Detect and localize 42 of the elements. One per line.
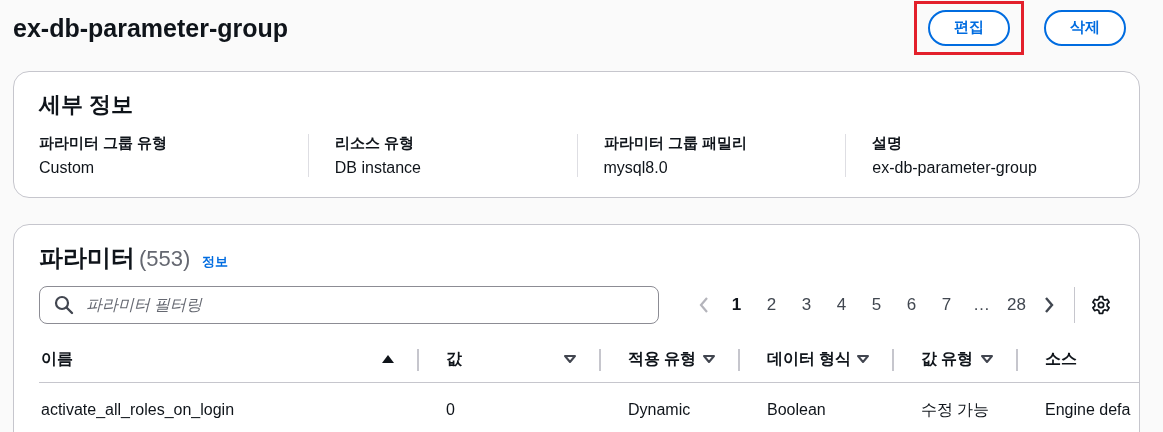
column-header: 소스 [1045,348,1077,369]
field-value: DB instance [334,159,422,177]
column-header: 이름 [41,348,73,369]
section-title: 파라미터 [39,243,135,273]
field-value: mysql8.0 [603,159,669,177]
field-value: ex-db-parameter-group [872,159,1038,177]
column-header: 값 유형 [921,348,974,369]
item-count: (553) [139,246,191,272]
page-number[interactable]: 4 [824,295,859,315]
search-icon [54,295,74,315]
page-title: ex-db-parameter-group [13,14,289,43]
table-cell-text: activate_all_roles_on_login [40,400,236,419]
table-cell-text: Engine defa [1044,400,1132,419]
chevron-right-icon [1044,297,1054,313]
settings-button[interactable] [1074,287,1111,323]
field-label: 파라미터 그룹 유형 [39,134,169,153]
column-header: 데이터 형식 [767,348,852,369]
delete-button[interactable]: 삭제 [1044,9,1126,46]
field-label: 리소스 유형 [334,134,415,153]
settings-icon [1091,295,1111,315]
page-number[interactable]: 7 [929,295,964,315]
field-value: Custom [39,159,96,177]
page-number[interactable]: 6 [894,295,929,315]
page-number[interactable]: 1 [719,295,754,315]
section-title: 세부 정보 [39,91,135,119]
field-label: 설명 [872,134,904,153]
table-cell-text: Dynamic [627,400,692,419]
info-link[interactable]: 정보 [202,253,229,271]
table-cell-text: Boolean [766,400,827,419]
edit-button[interactable]: 편집 [928,9,1010,46]
page-number[interactable]: 3 [789,295,824,315]
page-number[interactable]: … [964,295,999,315]
page-number[interactable]: 5 [859,295,894,315]
field-label: 파라미터 그룹 패밀리 [603,134,748,153]
column-header: 적용 유형 [628,348,697,369]
page-number[interactable]: 2 [754,295,789,315]
page-number[interactable]: 28 [999,295,1034,315]
table-cell-text: 수정 가능 [920,399,991,420]
table-cell-text: 0 [445,400,456,419]
search-field[interactable]: 파라미터 필터링 [39,286,659,324]
column-header: 값 [446,348,462,369]
chevron-left-icon [699,297,709,313]
